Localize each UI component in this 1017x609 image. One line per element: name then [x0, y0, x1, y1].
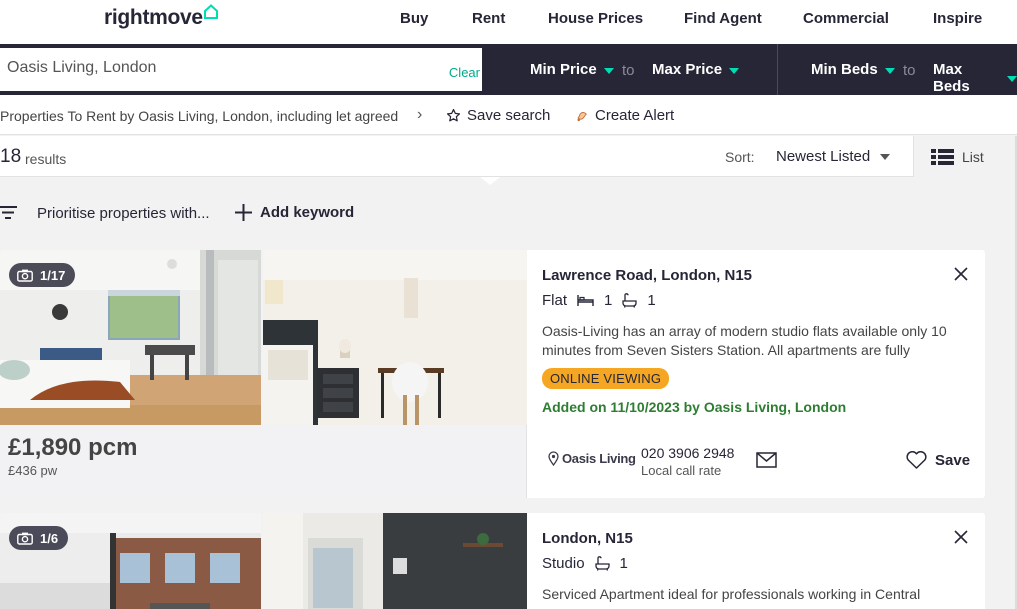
price-to-label: to [622, 62, 635, 79]
agent-name: Oasis Living [562, 451, 636, 466]
min-beds-label: Min Beds [811, 61, 878, 78]
bath-icon [594, 556, 610, 571]
max-price-label: Max Price [652, 61, 723, 78]
plus-icon [235, 204, 252, 221]
sort-value: Newest Listed [776, 148, 871, 165]
property-type-row: Flat 1 1 [542, 292, 656, 309]
nav-find-agent[interactable]: Find Agent [684, 10, 762, 27]
location-input-value[interactable]: Oasis Living, London [7, 59, 156, 77]
list-view-button[interactable]: List [913, 136, 1000, 177]
rightmove-logo[interactable]: rightmove [104, 4, 218, 30]
results-label: results [25, 151, 67, 167]
heart-icon [906, 451, 927, 469]
results-count: 18 [0, 146, 22, 167]
property-address[interactable]: Lawrence Road, London, N15 [542, 267, 752, 284]
property-type-row: Studio 1 [542, 555, 628, 572]
min-beds-dropdown[interactable]: Min Beds [811, 61, 895, 78]
save-label: Save [935, 451, 971, 469]
online-viewing-tag: ONLINE VIEWING [542, 368, 670, 389]
camera-icon [17, 532, 33, 545]
property-photos[interactable]: 1/17 £1,890 pcm £436 pw [0, 250, 527, 498]
bathroom-count: 1 [619, 555, 628, 572]
breadcrumb-row: Properties To Rent by Oasis Living, Lond… [0, 95, 1017, 135]
chevron-down-icon [1007, 76, 1017, 82]
save-property-button[interactable]: Save [906, 451, 970, 469]
max-beds-dropdown[interactable]: Max Beds [933, 61, 1017, 95]
property-type: Flat [542, 292, 568, 309]
chevron-down-icon [880, 153, 891, 160]
property-photos[interactable]: 1/6 [0, 513, 527, 609]
chevron-down-icon [603, 67, 614, 74]
nav-rent[interactable]: Rent [472, 10, 505, 27]
bed-icon [577, 295, 594, 306]
camera-icon [17, 269, 33, 282]
property-card[interactable]: 1/6 London, N15 Studio 1 Serviced Apartm… [0, 513, 985, 609]
min-price-dropdown[interactable]: Min Price [530, 61, 614, 78]
property-price: £1,890 pcm [8, 434, 138, 461]
bedroom-count: 1 [604, 292, 613, 309]
star-icon [446, 108, 461, 122]
close-icon[interactable] [953, 266, 969, 282]
house-logo-icon [203, 4, 218, 19]
add-keyword-label: Add keyword [260, 204, 355, 221]
property-address[interactable]: London, N15 [542, 530, 633, 547]
prioritise-label[interactable]: Prioritise properties with... [37, 205, 210, 222]
photo-count-badge: 1/17 [9, 263, 76, 287]
property-card[interactable]: 1/17 £1,890 pcm £436 pw Lawrence Road, L… [0, 250, 985, 498]
list-view-icon [931, 148, 954, 165]
bell-icon [577, 112, 587, 122]
top-nav: rightmove Buy Rent House Prices Find Age… [0, 0, 1017, 44]
results-bar: 18 results Sort: Newest Listed List [0, 136, 1000, 177]
nav-buy[interactable]: Buy [400, 10, 428, 27]
save-search-label: Save search [467, 107, 551, 124]
save-search-button[interactable]: Save search [446, 107, 550, 124]
photo-count-badge: 1/6 [9, 526, 69, 550]
sort-label: Sort: [725, 149, 755, 165]
chevron-down-icon [729, 67, 740, 74]
bathroom-count: 1 [647, 292, 656, 309]
dropdown-notch [480, 177, 500, 185]
create-alert-label: Create Alert [595, 107, 675, 124]
divider [777, 44, 778, 95]
min-price-label: Min Price [530, 61, 597, 78]
property-photo-desk[interactable] [263, 250, 527, 425]
property-description[interactable]: Serviced Apartment ideal for professiona… [542, 585, 972, 604]
photo-count: 1/17 [40, 267, 66, 283]
add-keyword-button[interactable]: Add keyword [235, 204, 354, 221]
property-type: Studio [542, 555, 585, 572]
list-view-label: List [962, 148, 984, 165]
filter-icon[interactable] [0, 206, 17, 219]
added-date: Added on 11/10/2023 by Oasis Living, Lon… [542, 399, 847, 415]
map-pin-icon [548, 451, 559, 466]
property-description[interactable]: Oasis-Living has an array of modern stud… [542, 322, 972, 360]
logo-text: rightmove [104, 6, 203, 29]
nav-inspire[interactable]: Inspire [933, 10, 982, 27]
breadcrumb: Properties To Rent by Oasis Living, Lond… [0, 108, 399, 124]
nav-house-prices[interactable]: House Prices [548, 10, 643, 27]
bath-icon [622, 293, 638, 308]
email-icon[interactable] [756, 452, 777, 468]
beds-to-label: to [903, 62, 916, 79]
sort-dropdown[interactable]: Newest Listed [776, 148, 891, 165]
agent-logo[interactable]: Oasis Living [548, 451, 636, 466]
max-beds-label: Max Beds [933, 61, 970, 95]
max-price-dropdown[interactable]: Max Price [652, 61, 740, 78]
photo-count: 1/6 [40, 530, 59, 546]
chevron-right-icon[interactable]: › [417, 106, 422, 124]
search-bar: Oasis Living, London Clear Min Price to … [0, 44, 1017, 95]
call-rate-label: Local call rate [641, 463, 722, 478]
chevron-down-icon [884, 67, 895, 74]
property-price-weekly: £436 pw [8, 463, 58, 478]
location-search-field[interactable]: Oasis Living, London Clear [0, 48, 482, 91]
nav-commercial[interactable]: Commercial [803, 10, 889, 27]
close-icon[interactable] [953, 529, 969, 545]
create-alert-button[interactable]: Create Alert [575, 107, 674, 124]
property-photo-living[interactable] [263, 513, 527, 609]
agent-phone[interactable]: 020 3906 2948 [641, 445, 734, 461]
clear-button[interactable]: Clear [449, 65, 480, 80]
